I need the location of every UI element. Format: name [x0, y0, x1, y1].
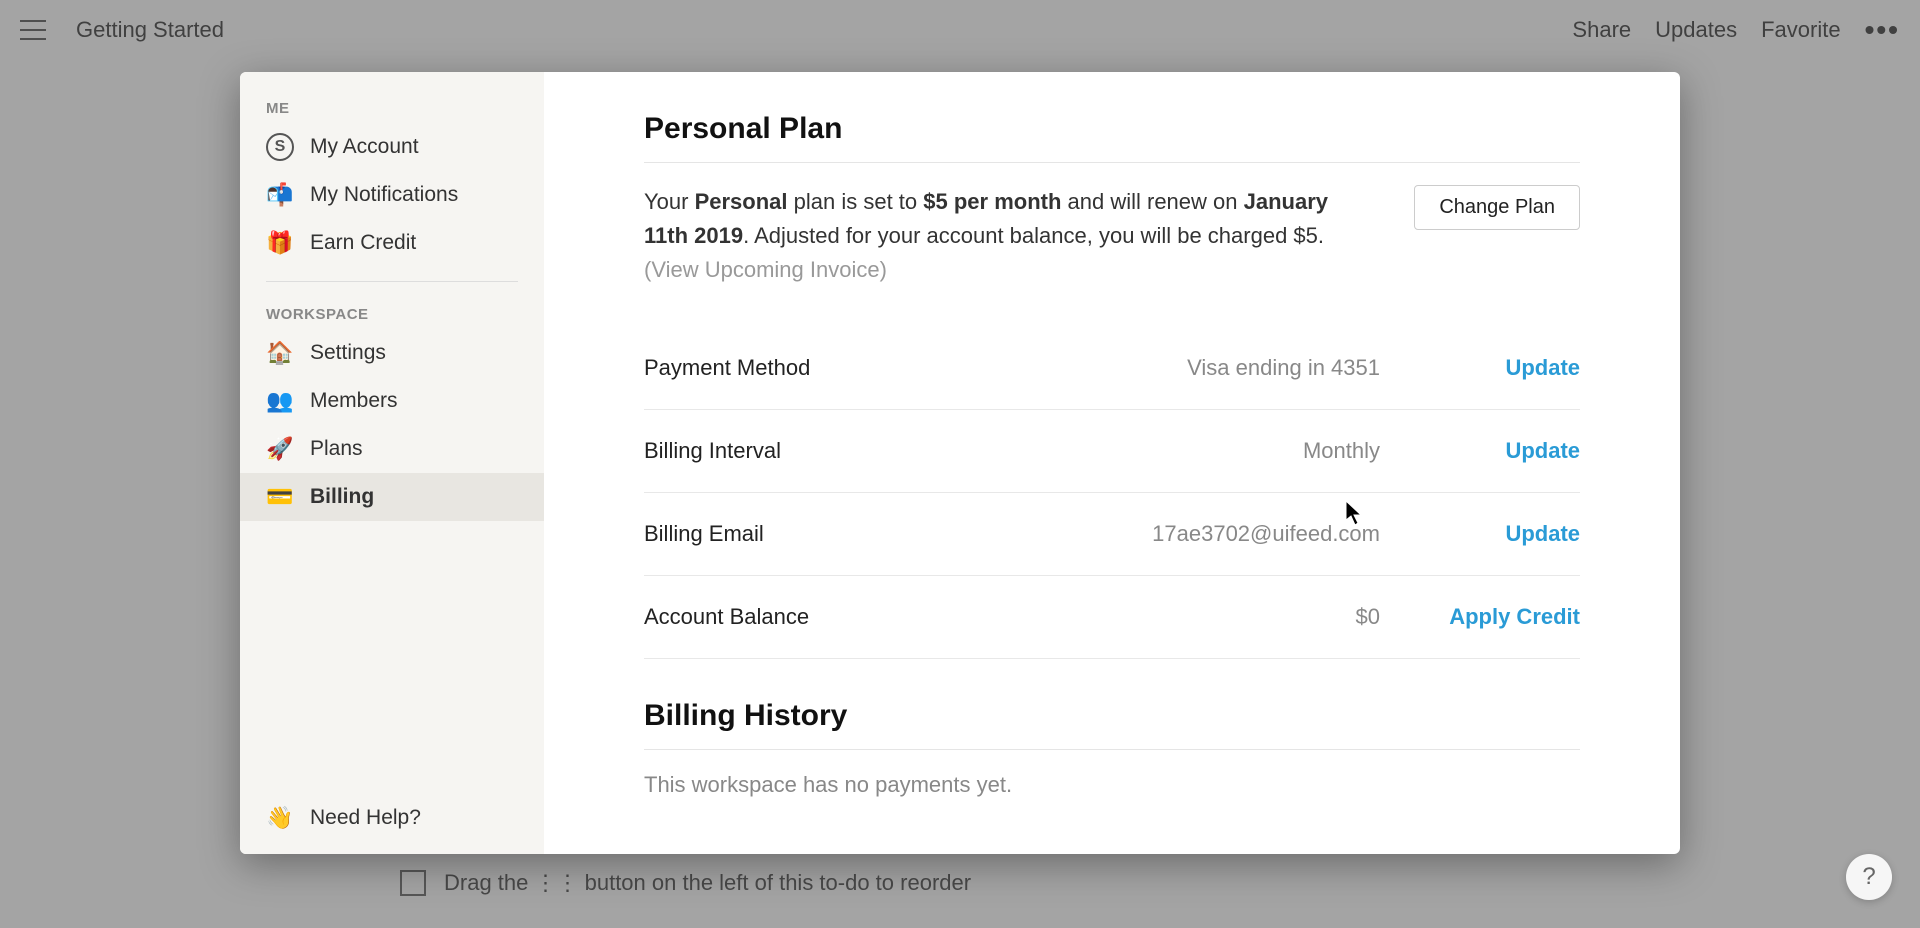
sidebar-divider: [266, 281, 518, 282]
update-billing-email-link[interactable]: Update: [1440, 521, 1580, 547]
card-icon: 💳: [266, 483, 294, 511]
sidebar-item-label: Settings: [310, 341, 386, 365]
payment-method-row: Payment Method Visa ending in 4351 Updat…: [644, 327, 1580, 410]
account-avatar-icon: S: [266, 133, 294, 161]
account-balance-label: Account Balance: [644, 604, 964, 630]
people-icon: 👥: [266, 387, 294, 415]
gift-icon: 🎁: [266, 229, 294, 257]
settings-modal: ME S My Account 📬 My Notifications 🎁 Ear…: [240, 72, 1680, 854]
help-icon: ?: [1862, 863, 1875, 891]
rocket-icon: 🚀: [266, 435, 294, 463]
mailbox-icon: 📬: [266, 181, 294, 209]
apply-credit-link[interactable]: Apply Credit: [1440, 604, 1580, 630]
sidebar-item-members[interactable]: 👥 Members: [240, 377, 544, 425]
sidebar-item-help[interactable]: 👋 Need Help?: [240, 790, 544, 854]
update-billing-interval-link[interactable]: Update: [1440, 438, 1580, 464]
sidebar-item-label: Need Help?: [310, 806, 421, 830]
account-balance-row: Account Balance $0 Apply Credit: [644, 576, 1580, 659]
sidebar-item-label: Plans: [310, 437, 363, 461]
settings-main: Personal Plan Your Personal plan is set …: [544, 72, 1680, 854]
payment-method-value: Visa ending in 4351: [964, 355, 1440, 381]
sidebar-item-label: Earn Credit: [310, 231, 416, 255]
billing-interval-label: Billing Interval: [644, 438, 964, 464]
sidebar-item-my-account[interactable]: S My Account: [240, 123, 544, 171]
plan-summary-row: Your Personal plan is set to $5 per mont…: [644, 185, 1580, 287]
sidebar-item-label: My Account: [310, 135, 419, 159]
billing-email-row: Billing Email 17ae3702@uifeed.com Update: [644, 493, 1580, 576]
sidebar-header-me: ME: [240, 90, 544, 123]
plan-price: $5 per month: [923, 189, 1061, 214]
help-fab[interactable]: ?: [1846, 854, 1892, 900]
billing-interval-row: Billing Interval Monthly Update: [644, 410, 1580, 493]
payment-method-label: Payment Method: [644, 355, 964, 381]
sidebar-item-label: Billing: [310, 485, 374, 509]
sidebar-item-notifications[interactable]: 📬 My Notifications: [240, 171, 544, 219]
plan-heading: Personal Plan: [644, 112, 1580, 163]
sidebar: ME S My Account 📬 My Notifications 🎁 Ear…: [240, 72, 544, 854]
sidebar-item-label: Members: [310, 389, 398, 413]
sidebar-item-earn-credit[interactable]: 🎁 Earn Credit: [240, 219, 544, 267]
change-plan-button[interactable]: Change Plan: [1414, 185, 1580, 230]
account-balance-value: $0: [964, 604, 1440, 630]
sidebar-item-label: My Notifications: [310, 183, 458, 207]
view-invoice-link[interactable]: (View Upcoming Invoice): [644, 257, 887, 282]
billing-interval-value: Monthly: [964, 438, 1440, 464]
billing-history-heading: Billing History: [644, 699, 1580, 750]
billing-history-empty: This workspace has no payments yet.: [644, 772, 1580, 798]
sidebar-header-workspace: WORKSPACE: [240, 296, 544, 329]
sidebar-item-settings[interactable]: 🏠 Settings: [240, 329, 544, 377]
sidebar-item-plans[interactable]: 🚀 Plans: [240, 425, 544, 473]
wave-icon: 👋: [266, 804, 294, 832]
house-icon: 🏠: [266, 339, 294, 367]
billing-email-value: 17ae3702@uifeed.com: [964, 521, 1440, 547]
plan-description: Your Personal plan is set to $5 per mont…: [644, 185, 1374, 287]
sidebar-item-billing[interactable]: 💳 Billing: [240, 473, 544, 521]
update-payment-method-link[interactable]: Update: [1440, 355, 1580, 381]
plan-name: Personal: [695, 189, 788, 214]
billing-email-label: Billing Email: [644, 521, 964, 547]
